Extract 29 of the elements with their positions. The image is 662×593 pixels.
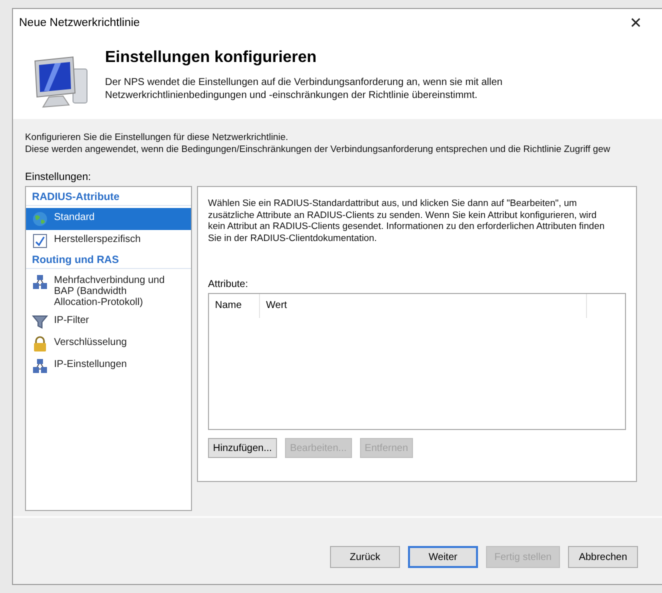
settings-item[interactable]: IP-Einstellungen <box>26 355 191 377</box>
column-header[interactable]: Wert <box>260 294 587 318</box>
close-button[interactable]: ✕ <box>618 10 654 36</box>
section-header: Routing und RAS <box>26 252 191 269</box>
settings-label: Einstellungen: <box>25 171 92 183</box>
checklist-icon <box>32 233 48 249</box>
section-header: RADIUS-Attribute <box>26 189 191 206</box>
wizard-button[interactable]: Abbrechen <box>568 546 638 568</box>
column-header[interactable]: Name <box>209 294 260 318</box>
window-title: Neue Netzwerkrichtlinie <box>19 17 140 29</box>
network-icon <box>32 358 48 374</box>
lock-icon <box>32 336 48 352</box>
page-heading: Einstellungen konfigurieren <box>105 49 318 67</box>
funnel-icon <box>32 314 48 330</box>
page-description: Der NPS wendet die Einstellungen auf die Verbindungsanforderung an, wenn sie mit allen Netzwerkrichtlinienbedingungen und -einschränkungen der Richtlinie übereinstimmt. <box>105 76 504 102</box>
wizard-button[interactable]: Zurück <box>330 546 400 568</box>
settings-item[interactable]: Herstellerspezifisch <box>26 230 191 252</box>
settings-item[interactable]: IP-Filter <box>26 311 191 333</box>
intro-text: Konfigurieren Sie die Einstellungen für diese Netzwerkrichtlinie. <box>25 131 290 143</box>
globe-icon <box>32 211 48 227</box>
settings-item[interactable]: Mehrfachverbindung und BAP (Bandwidth Allocation-Protokoll) <box>26 271 191 311</box>
panel-description: Wählen Sie ein RADIUS-Standardattribut aus, und klicken Sie dann auf "Bearbeiten", um zusätzliche Attribute an RADIUS-Clients zu senden. Wenn Sie kein Attribut konfigurieren, wird kein Attribut an RADIUS-Clients gesendet. Informationen zu den erforderlichen Attributen finden Sie in der RADIUS-Clientdokumentation. <box>208 197 606 243</box>
network-icon <box>32 274 48 290</box>
intro-text: Diese werden angewendet, wenn die Bedingungen/Einschränkungen der Verbindungsanforderung entsprechen und die Richtlinie Zugriff gew <box>25 143 612 155</box>
settings-item[interactable]: Standard <box>26 208 191 230</box>
action-button[interactable]: Hinzufügen... <box>208 438 277 458</box>
wizard-button[interactable]: Weiter <box>408 546 478 568</box>
settings-item[interactable]: Verschlüsselung <box>26 333 191 355</box>
attribute-label: Attribute: <box>208 279 250 290</box>
